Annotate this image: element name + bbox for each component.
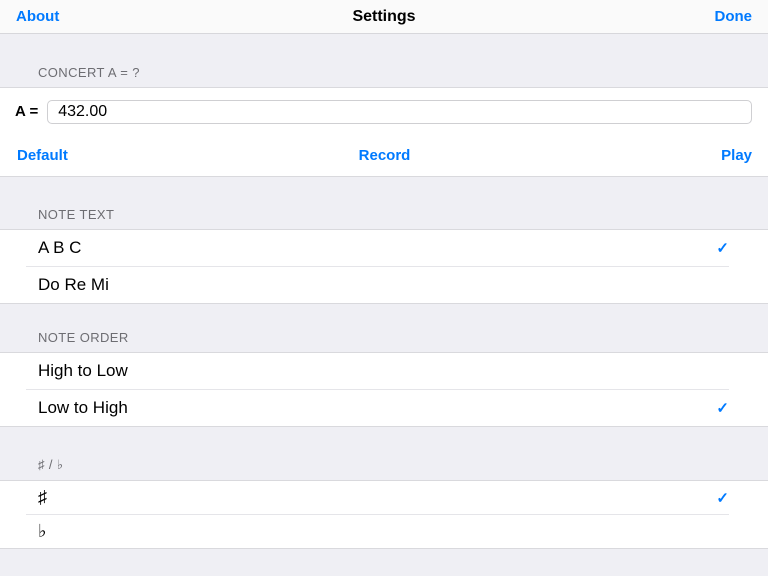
option-abc[interactable]: A B C ✓ [0, 230, 768, 266]
concert-a-section-header: CONCERT A = ? [0, 34, 768, 87]
record-button[interactable]: Record [262, 147, 507, 164]
option-low-to-high-label: Low to High [38, 398, 128, 418]
page-title: Settings [0, 8, 768, 26]
concert-a-actions-row: Default Record Play [0, 135, 768, 176]
note-order-group: High to Low ✓ Low to High ✓ [0, 352, 768, 427]
concert-a-header-label: CONCERT A = ? [38, 65, 140, 80]
navigation-bar: About Settings Done [0, 0, 768, 34]
checkmark-icon: ✓ [716, 399, 729, 417]
accidental-section-header: ♯ / ♭ [0, 427, 768, 480]
frequency-field-label: A = [15, 103, 38, 120]
option-sharp[interactable]: ♯ ✓ [0, 481, 768, 514]
option-high-to-low-label: High to Low [38, 361, 128, 381]
checkmark-icon: ✓ [716, 239, 729, 257]
option-sharp-label: ♯ [38, 487, 47, 508]
note-text-group: A B C ✓ Do Re Mi ✓ [0, 229, 768, 304]
option-doremi[interactable]: Do Re Mi ✓ [0, 267, 768, 303]
option-flat-label: ♭ [38, 521, 47, 542]
done-button[interactable]: Done [715, 8, 753, 25]
play-button[interactable]: Play [507, 147, 752, 164]
note-text-section-header: NOTE TEXT [0, 177, 768, 229]
concert-a-group: A = Default Record Play [0, 87, 768, 177]
accidental-header-label: ♯ / ♭ [38, 457, 63, 473]
option-abc-label: A B C [38, 238, 81, 258]
default-button[interactable]: Default [17, 147, 262, 164]
option-high-to-low[interactable]: High to Low ✓ [0, 353, 768, 389]
note-order-header-label: NOTE ORDER [38, 330, 129, 345]
footer-spacer [0, 549, 768, 576]
accidental-group: ♯ ✓ ♭ ✓ [0, 480, 768, 549]
note-text-header-label: NOTE TEXT [38, 207, 114, 222]
frequency-field-row: A = [0, 88, 768, 135]
about-button[interactable]: About [16, 8, 59, 25]
frequency-input[interactable] [47, 100, 752, 124]
option-doremi-label: Do Re Mi [38, 275, 109, 295]
checkmark-icon: ✓ [716, 489, 729, 507]
option-low-to-high[interactable]: Low to High ✓ [0, 390, 768, 426]
note-order-section-header: NOTE ORDER [0, 304, 768, 352]
option-flat[interactable]: ♭ ✓ [0, 515, 768, 548]
